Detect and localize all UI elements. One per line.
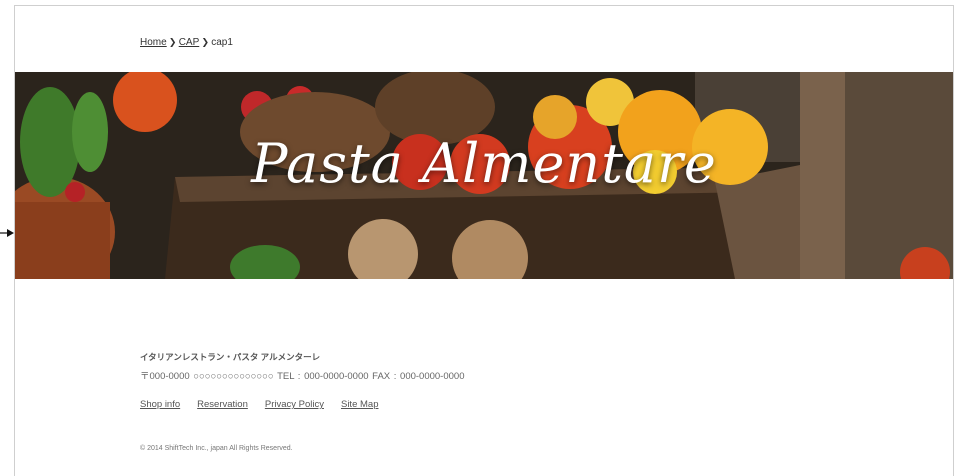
hero-title: Pasta Almentare xyxy=(251,132,717,195)
footer-link-shop-info[interactable]: Shop info xyxy=(140,399,180,410)
breadcrumb-category-link[interactable]: CAP xyxy=(179,37,200,48)
arrow-right-icon[interactable] xyxy=(0,228,14,238)
hero-banner: Pasta Almentare xyxy=(15,72,953,279)
breadcrumb: Home ❯ CAP ❯ cap1 xyxy=(140,37,233,48)
copyright: © 2014 ShiftTech Inc., japan All Rights … xyxy=(140,445,293,452)
restaurant-name: イタリアンレストラン・パスタ アルメンターレ xyxy=(140,352,321,362)
restaurant-address: 〒000-0000 ○○○○○○○○○○○○○○ TEL : 000-0000-… xyxy=(140,371,465,382)
footer-link-site-map[interactable]: Site Map xyxy=(341,399,379,410)
chevron-right-icon: ❯ xyxy=(168,37,177,47)
footer-links: Shop info Reservation Privacy Policy Sit… xyxy=(140,399,378,410)
footer-link-reservation[interactable]: Reservation xyxy=(197,399,248,410)
breadcrumb-home-link[interactable]: Home xyxy=(140,37,167,48)
footer-link-privacy-policy[interactable]: Privacy Policy xyxy=(265,399,324,410)
chevron-right-icon: ❯ xyxy=(201,37,210,47)
breadcrumb-current: cap1 xyxy=(211,37,233,48)
